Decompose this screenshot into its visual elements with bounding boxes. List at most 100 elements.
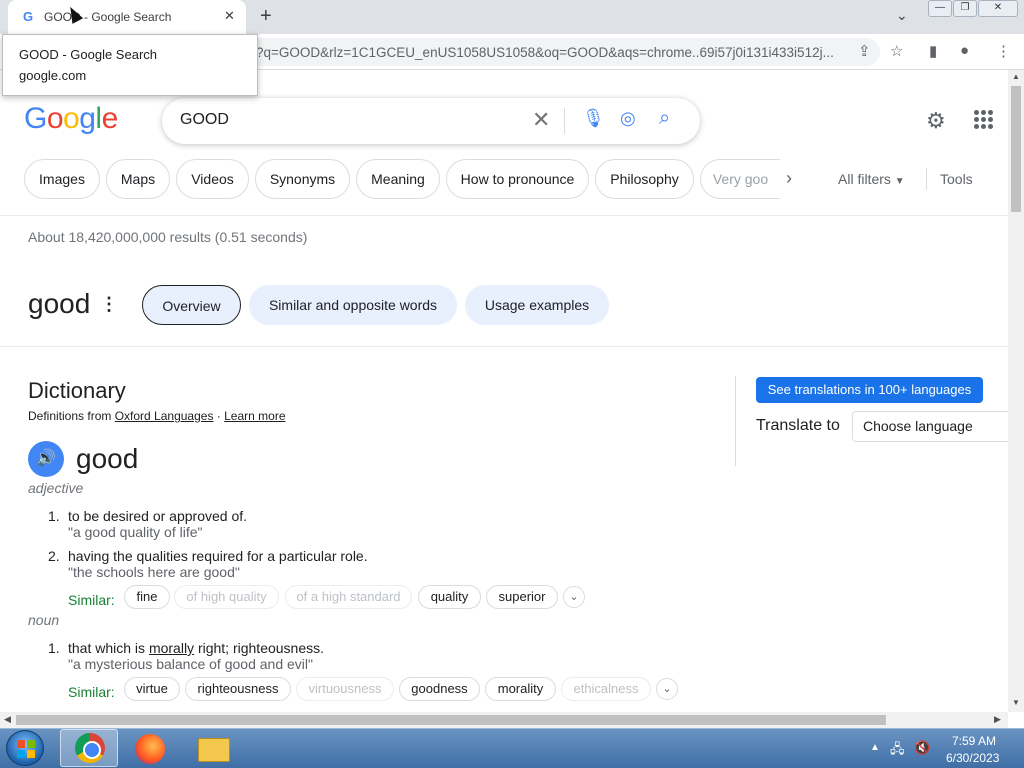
clear-icon[interactable]: ✕ <box>532 107 550 133</box>
synonym-chip[interactable]: of a high standard <box>285 585 412 609</box>
chrome-icon <box>75 733 105 763</box>
chip-images[interactable]: Images <box>24 159 100 199</box>
scroll-left-icon[interactable]: ◀ <box>4 714 11 725</box>
chevron-down-icon[interactable]: ⌄ <box>656 678 678 700</box>
caret-down-icon: ▼ <box>894 176 905 187</box>
start-button[interactable] <box>6 730 44 766</box>
chip-very-good[interactable]: Very goo <box>700 159 780 199</box>
definition-post: right; righteousness. <box>194 640 325 656</box>
settings-gear-icon[interactable]: ⚙ <box>926 108 946 134</box>
share-icon[interactable]: ⇪ <box>858 42 871 60</box>
learn-more-link[interactable]: Learn more <box>224 409 285 423</box>
scroll-up-icon[interactable]: ▲ <box>1012 72 1020 81</box>
google-favicon-icon: G <box>22 9 34 24</box>
browser-tab[interactable]: G GOOD - Google Search ✕ <box>8 0 246 34</box>
scroll-right-icon[interactable]: ▶ <box>994 714 1001 725</box>
new-tab-button[interactable]: + <box>260 5 272 28</box>
translate-divider <box>735 376 736 466</box>
tab-similar-opposite[interactable]: Similar and opposite words <box>249 285 457 325</box>
definition-pre: that which is <box>68 640 149 656</box>
chip-how-to-pronounce[interactable]: How to pronounce <box>446 159 589 199</box>
scroll-down-icon[interactable]: ▼ <box>1012 698 1020 707</box>
synonym-chip[interactable]: goodness <box>399 677 480 701</box>
google-logo[interactable]: Google <box>24 102 118 136</box>
part-of-speech-noun: noun <box>28 612 60 628</box>
definition-example: "the schools here are good" <box>68 564 240 580</box>
bookmark-star-icon[interactable]: ☆ <box>890 42 903 60</box>
language-select[interactable]: Choose language <box>852 411 1012 442</box>
file-explorer-icon[interactable] <box>198 738 230 762</box>
chip-meaning[interactable]: Meaning <box>356 159 440 199</box>
hover-card-domain: google.com <box>19 68 87 83</box>
logo-letter: g <box>79 102 96 135</box>
close-tab-icon[interactable]: ✕ <box>224 8 235 24</box>
synonym-chip[interactable]: morality <box>485 677 556 701</box>
word-heading: good <box>28 288 91 319</box>
chip-philosophy[interactable]: Philosophy <box>595 159 694 199</box>
chip-videos[interactable]: Videos <box>176 159 249 199</box>
tab-usage-examples[interactable]: Usage examples <box>465 285 609 325</box>
synonym-chip[interactable]: virtuousness <box>296 677 394 701</box>
tab-title: GOOD - Google Search <box>44 10 172 24</box>
vertical-scroll-thumb[interactable] <box>1011 86 1021 212</box>
synonym-chip[interactable]: virtue <box>124 677 180 701</box>
see-translations-button[interactable]: See translations in 100+ languages <box>756 377 983 403</box>
synonym-chip[interactable]: ethicalness <box>561 677 651 701</box>
side-panel-icon[interactable]: ▮ <box>929 42 937 60</box>
close-window-button[interactable]: ✕ <box>978 0 1018 17</box>
synonym-chip[interactable]: quality <box>418 585 481 609</box>
filters-divider <box>926 168 927 190</box>
maximize-button[interactable]: ❐ <box>953 0 977 17</box>
network-icon[interactable]: 🖧 <box>890 740 905 762</box>
address-url: ?q=GOOD&rlz=1C1GCEU_enUS1058US1058&oq=GO… <box>256 45 834 60</box>
morally-link[interactable]: morally <box>149 640 194 656</box>
hover-card-title: GOOD - Google Search <box>19 47 157 62</box>
tools-button[interactable]: Tools <box>940 171 973 187</box>
logo-letter: o <box>63 102 80 135</box>
definition-text: that which is morally right; righteousne… <box>68 640 324 656</box>
search-input[interactable]: GOOD <box>180 111 229 129</box>
address-bar[interactable]: ?q=GOOD&rlz=1C1GCEU_enUS1058US1058&oq=GO… <box>160 38 880 66</box>
synonym-chip[interactable]: fine <box>124 585 170 609</box>
tab-hover-card: GOOD - Google Search google.com <box>2 34 258 96</box>
chip-synonyms[interactable]: Synonyms <box>255 159 350 199</box>
definition-number: 1. <box>48 508 60 524</box>
chrome-menu-icon[interactable]: ⋮ <box>996 42 1011 60</box>
profile-icon[interactable]: ● <box>960 42 969 59</box>
show-hidden-icons-icon[interactable]: ▲ <box>870 742 880 753</box>
all-filters-button[interactable]: All filters ▼ <box>838 171 905 187</box>
synonym-chip[interactable]: superior <box>486 585 558 609</box>
source-separator: · <box>213 409 225 423</box>
synonym-chip[interactable]: righteousness <box>185 677 291 701</box>
horizontal-scroll-thumb[interactable] <box>16 715 886 725</box>
search-box[interactable]: GOOD ✕ 🎙 ◎ ⌕ <box>162 98 700 144</box>
chevron-right-icon[interactable]: › <box>786 168 792 189</box>
microphone-icon[interactable]: 🎙 <box>582 108 605 129</box>
header-divider <box>0 215 1008 216</box>
taskbar-chrome[interactable] <box>60 729 118 767</box>
windows-logo-icon <box>17 740 35 758</box>
tab-overview[interactable]: Overview <box>142 285 241 325</box>
clock-time[interactable]: 7:59 AM <box>952 734 996 748</box>
minimize-button[interactable]: — <box>928 0 952 17</box>
speaker-icon[interactable]: 🔊 <box>28 441 64 477</box>
tab-search-icon[interactable]: ⌄ <box>896 7 908 24</box>
more-options-icon[interactable]: ⋮ <box>100 294 118 315</box>
chip-maps[interactable]: Maps <box>106 159 170 199</box>
volume-muted-icon[interactable]: 🔇 <box>914 740 930 756</box>
clock-date[interactable]: 6/30/2023 <box>946 751 999 765</box>
definition-example: "a good quality of life" <box>68 524 203 540</box>
lens-icon[interactable]: ◎ <box>620 108 636 129</box>
definition-number: 1. <box>48 640 60 656</box>
similar-label: Similar: <box>68 592 115 608</box>
google-apps-icon[interactable] <box>974 110 994 130</box>
search-icon[interactable]: ⌕ <box>659 107 670 130</box>
firefox-icon[interactable] <box>135 734 165 764</box>
definition-number: 2. <box>48 548 60 564</box>
chevron-down-icon[interactable]: ⌄ <box>563 586 585 608</box>
definition-example: "a mysterious balance of good and evil" <box>68 656 313 672</box>
definition-text: to be desired or approved of. <box>68 508 248 524</box>
oxford-languages-link[interactable]: Oxford Languages <box>115 409 214 423</box>
synonym-chip[interactable]: of high quality <box>174 585 279 609</box>
similar-label: Similar: <box>68 684 115 700</box>
